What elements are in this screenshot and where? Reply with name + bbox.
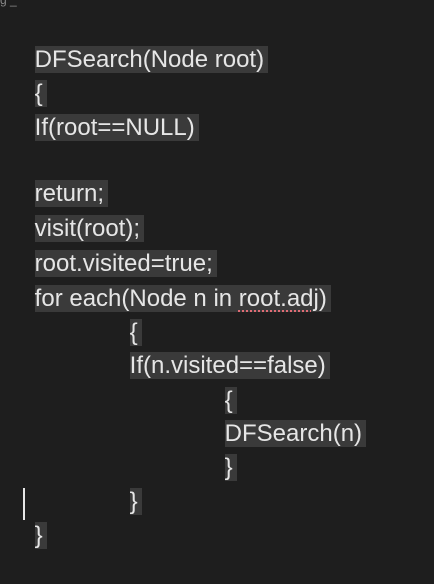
spellcheck-underlined-word: root.adj [238, 285, 319, 312]
code-line-12: } [198, 420, 237, 481]
code-line-6: root.visited=true; [8, 216, 217, 277]
line-11-text: DFSearch(n) [224, 420, 367, 447]
code-line-2: { [8, 46, 47, 107]
code-line-8: { [103, 285, 142, 346]
line-7-text: for each(Node n in root.adj) [34, 285, 331, 312]
line-14-text: } [34, 522, 47, 549]
code-line-4: return; [8, 146, 109, 207]
code-line-10: { [198, 353, 237, 414]
code-line-7: for each(Node n in root.adj) [8, 251, 331, 312]
code-line-13: } [103, 454, 142, 515]
line-7-suffix: ) [318, 285, 327, 312]
code-editor[interactable]: DFSearch(Node root) { If(root==NULL) ret… [0, 0, 434, 549]
code-line-9: If(n.visited==false) [103, 318, 330, 379]
line-12-text: } [224, 454, 237, 481]
code-line-11: DFSearch(n) [198, 386, 367, 447]
line-13-text: } [129, 488, 142, 515]
line-1-text: DFSearch(Node root) [34, 46, 269, 73]
text-cursor [23, 488, 25, 520]
code-line-1: DFSearch(Node root) [8, 12, 269, 73]
line-3-text: If(root==NULL) [34, 114, 199, 141]
code-line-3: If(root==NULL) [8, 80, 199, 141]
code-line-14: } [8, 488, 47, 549]
code-line-5: visit(root); [8, 181, 145, 242]
